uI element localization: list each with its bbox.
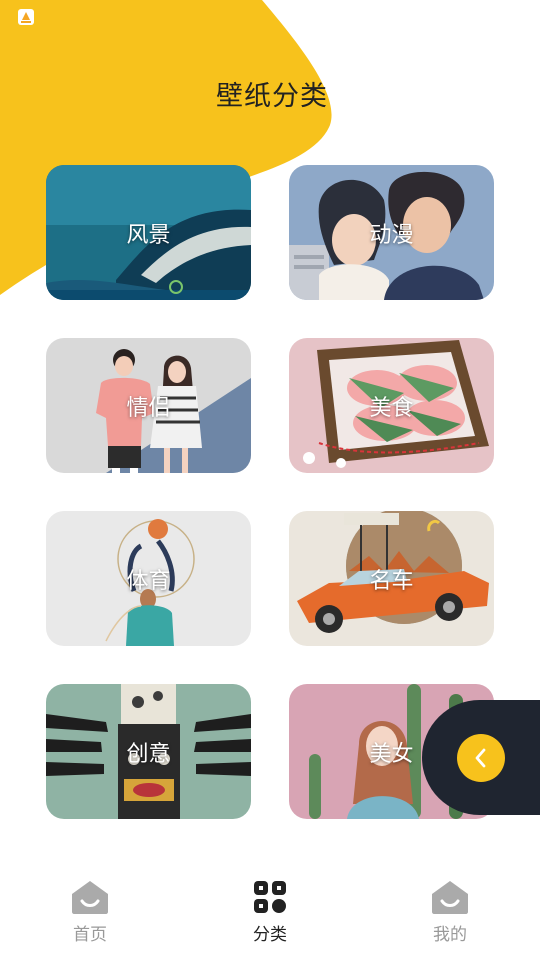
tab-label: 分类 <box>253 925 287 945</box>
tab-home[interactable]: 首页 <box>45 880 135 945</box>
category-label: 体育 <box>126 568 171 594</box>
bottom-tab-bar: 首页 分类 我的 <box>0 872 540 960</box>
category-card-car[interactable]: 名车 <box>289 511 494 646</box>
tab-label: 我的 <box>433 925 467 945</box>
tab-profile[interactable]: 我的 <box>405 880 495 945</box>
category-card-creative[interactable]: 创意 <box>46 684 251 819</box>
category-label: 创意 <box>126 741 171 767</box>
back-button[interactable] <box>457 734 505 782</box>
home-icon <box>72 881 108 914</box>
floating-panel <box>422 700 540 815</box>
tab-category[interactable]: 分类 <box>225 880 315 945</box>
page-title: 壁纸分类 <box>216 81 328 112</box>
category-card-food[interactable]: 美食 <box>289 338 494 473</box>
category-label: 美食 <box>369 395 414 421</box>
profile-icon <box>432 881 468 914</box>
category-label: 动漫 <box>369 222 414 248</box>
chevron-left-icon <box>475 748 486 768</box>
tab-label: 首页 <box>73 925 107 945</box>
category-card-anime[interactable]: 动漫 <box>289 165 494 300</box>
category-label: 风景 <box>126 222 171 248</box>
category-label: 情侣 <box>126 395 171 421</box>
category-card-landscape[interactable]: 风景 <box>46 165 251 300</box>
category-card-sports[interactable]: 体育 <box>46 511 251 646</box>
app-store-icon <box>18 9 34 25</box>
category-grid-icon <box>254 881 286 913</box>
category-card-couple[interactable]: 情侣 <box>46 338 251 473</box>
category-label: 名车 <box>369 568 414 594</box>
